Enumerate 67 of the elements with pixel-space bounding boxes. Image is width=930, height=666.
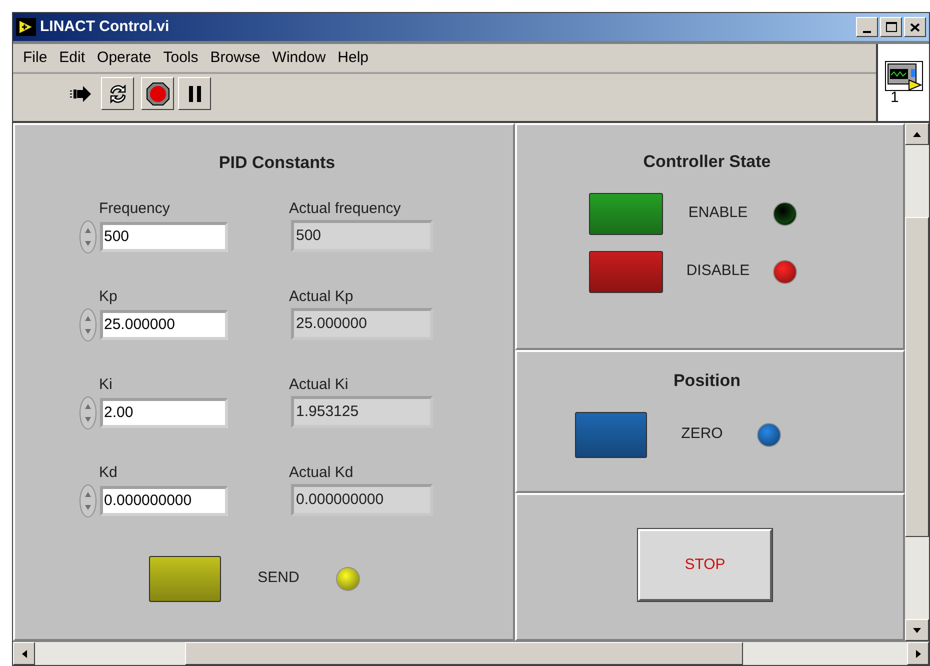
menu-item[interactable]: Edit: [59, 46, 86, 70]
abort-button[interactable]: [141, 77, 174, 110]
pause-icon: [188, 86, 202, 102]
menu-item[interactable]: Window: [272, 46, 326, 70]
button-label: ZERO: [680, 424, 724, 444]
left-arrow-icon: [22, 650, 26, 658]
stop-button[interactable]: STOP: [638, 529, 772, 601]
close-icon: [910, 22, 920, 32]
maximize-button[interactable]: [880, 17, 902, 37]
up-arrow-icon: [913, 132, 921, 136]
scroll-thumb[interactable]: [185, 642, 743, 665]
spinner-icon[interactable]: [79, 308, 97, 342]
panel-title: PID Constants: [218, 152, 336, 174]
panel-title: Controller State: [642, 151, 772, 173]
numeric-display: 500: [291, 220, 433, 252]
menu-item[interactable]: Operate: [97, 46, 152, 70]
toggle-button[interactable]: [149, 556, 221, 602]
run-arrow-icon: [70, 86, 92, 102]
toggle-button[interactable]: [575, 412, 647, 458]
button-label: DISABLE: [685, 261, 751, 282]
button-label: SEND: [256, 568, 300, 588]
scroll-left-button[interactable]: [13, 642, 35, 665]
toggle-button[interactable]: [589, 192, 663, 234]
spinner-icon[interactable]: [79, 220, 97, 254]
app-icon: [16, 18, 36, 36]
horizontal-scrollbar[interactable]: [13, 641, 929, 665]
pause-button[interactable]: [178, 77, 211, 110]
vertical-scrollbar[interactable]: [905, 123, 929, 641]
window-title: LINACT Control.vi: [40, 16, 170, 37]
spinner-icon[interactable]: [79, 484, 97, 518]
menu-item[interactable]: Browse: [210, 46, 260, 70]
numeric-input[interactable]: 25.000000: [100, 310, 228, 340]
maximize-icon: [886, 22, 896, 32]
panel-title: Position: [672, 370, 742, 392]
minimize-button[interactable]: [856, 17, 878, 37]
field-label: Actual Kd: [289, 464, 354, 480]
menu-item[interactable]: Help: [338, 46, 369, 70]
vi-icon: [884, 60, 922, 90]
numeric-display: 25.000000: [291, 308, 433, 340]
button-label: ENABLE: [687, 203, 749, 224]
numeric-input[interactable]: 500: [100, 222, 228, 252]
field-label: Actual Ki: [289, 376, 350, 392]
field-label: Kp: [98, 288, 118, 304]
field-label: Kd: [98, 464, 118, 480]
field-label: Actual Kp: [289, 288, 354, 304]
close-button[interactable]: [904, 17, 926, 37]
numeric-display: 1.953125: [291, 396, 433, 428]
numeric-input[interactable]: 0.000000000: [100, 486, 228, 516]
menu-item[interactable]: Tools: [163, 46, 198, 70]
field-label: Ki: [98, 376, 114, 392]
spinner-icon[interactable]: [79, 396, 97, 430]
right-arrow-icon: [916, 650, 920, 658]
field-label: Frequency: [98, 200, 171, 216]
numeric-display: 0.000000000: [291, 484, 433, 516]
scroll-thumb[interactable]: [905, 217, 929, 537]
menu-item[interactable]: File: [23, 46, 48, 70]
down-arrow-icon: [913, 628, 921, 632]
scroll-up-button[interactable]: [905, 123, 929, 145]
scroll-down-button[interactable]: [905, 619, 929, 641]
numeric-input[interactable]: 2.00: [100, 398, 228, 428]
toggle-button[interactable]: [589, 250, 663, 292]
field-label: Actual frequency: [289, 200, 402, 216]
terminal-number: 1: [890, 90, 900, 104]
run-continuously-button[interactable]: [101, 77, 134, 110]
scroll-right-button[interactable]: [907, 642, 929, 665]
stop-sign-icon: [146, 82, 170, 106]
minimize-icon: [863, 31, 871, 33]
